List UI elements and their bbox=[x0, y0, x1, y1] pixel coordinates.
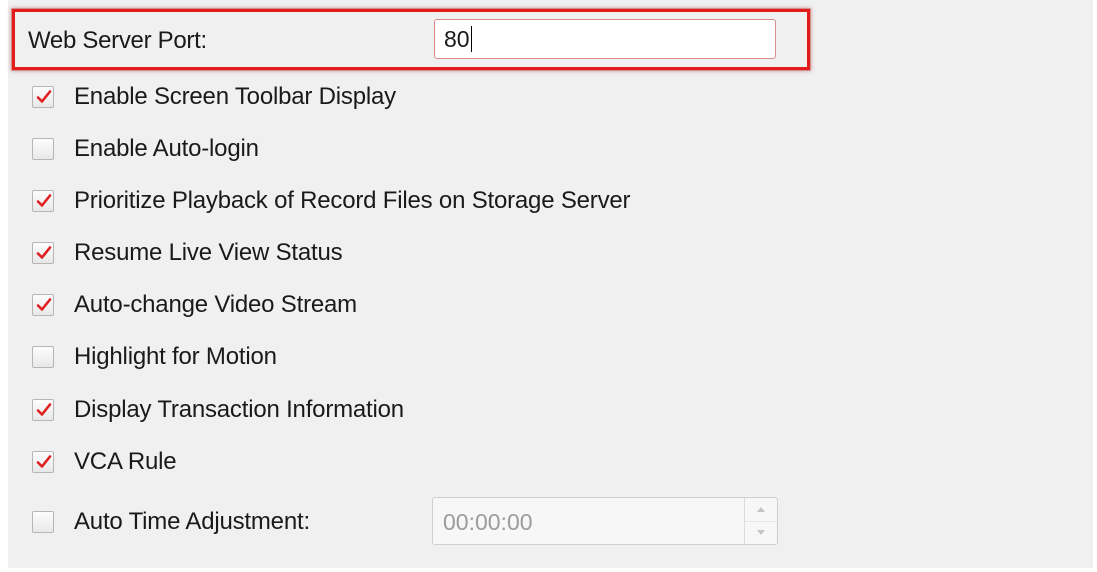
option-label: Prioritize Playback of Record Files on S… bbox=[74, 187, 631, 214]
checkmark-icon bbox=[36, 403, 52, 416]
checkbox[interactable] bbox=[32, 294, 54, 316]
option-label: Resume Live View Status bbox=[74, 239, 343, 266]
time-value: 00:00:00 bbox=[443, 509, 533, 535]
option-vca-rule[interactable]: VCA Rule bbox=[32, 447, 177, 477]
text-caret bbox=[470, 26, 472, 53]
auto-time-adjustment-time-input[interactable]: 00:00:00 bbox=[432, 497, 778, 545]
option-label: Auto-change Video Stream bbox=[74, 291, 357, 318]
checkmark-icon bbox=[36, 246, 52, 259]
web-server-port-label: Web Server Port: bbox=[28, 27, 207, 54]
settings-panel: Web Server Port: 80 Enable Screen Toolba… bbox=[8, 0, 1093, 568]
option-display-transaction-information[interactable]: Display Transaction Information bbox=[32, 395, 404, 425]
checkbox[interactable] bbox=[32, 451, 54, 473]
option-auto-time-adjustment[interactable]: Auto Time Adjustment: bbox=[32, 507, 310, 537]
option-label: Auto Time Adjustment: bbox=[74, 508, 310, 535]
checkmark-icon bbox=[36, 194, 52, 207]
option-prioritize-playback[interactable]: Prioritize Playback of Record Files on S… bbox=[32, 186, 631, 216]
option-label: VCA Rule bbox=[74, 448, 177, 475]
checkbox[interactable] bbox=[32, 86, 54, 108]
checkbox[interactable] bbox=[32, 190, 54, 212]
option-enable-auto-login[interactable]: Enable Auto-login bbox=[32, 134, 259, 164]
option-resume-live-view-status[interactable]: Resume Live View Status bbox=[32, 238, 343, 268]
checkbox[interactable] bbox=[32, 138, 54, 160]
arrow-up-icon bbox=[757, 507, 765, 512]
spin-down-button[interactable] bbox=[745, 521, 777, 544]
spin-up-button[interactable] bbox=[745, 498, 777, 522]
option-auto-change-video-stream[interactable]: Auto-change Video Stream bbox=[32, 290, 357, 320]
checkbox[interactable] bbox=[32, 399, 54, 421]
option-label: Enable Screen Toolbar Display bbox=[74, 83, 396, 110]
time-spinner bbox=[744, 498, 777, 544]
checkbox[interactable] bbox=[32, 242, 54, 264]
option-enable-screen-toolbar-display[interactable]: Enable Screen Toolbar Display bbox=[32, 82, 396, 112]
web-server-port-input[interactable]: 80 bbox=[434, 19, 776, 59]
web-server-port-value: 80 bbox=[444, 26, 470, 52]
checkbox[interactable] bbox=[32, 511, 54, 533]
option-label: Display Transaction Information bbox=[74, 396, 404, 423]
checkmark-icon bbox=[36, 455, 52, 468]
checkmark-icon bbox=[36, 298, 52, 311]
checkmark-icon bbox=[36, 90, 52, 103]
option-label: Enable Auto-login bbox=[74, 135, 259, 162]
option-highlight-for-motion[interactable]: Highlight for Motion bbox=[32, 342, 277, 372]
checkbox[interactable] bbox=[32, 346, 54, 368]
arrow-down-icon bbox=[757, 530, 765, 535]
option-label: Highlight for Motion bbox=[74, 343, 277, 370]
